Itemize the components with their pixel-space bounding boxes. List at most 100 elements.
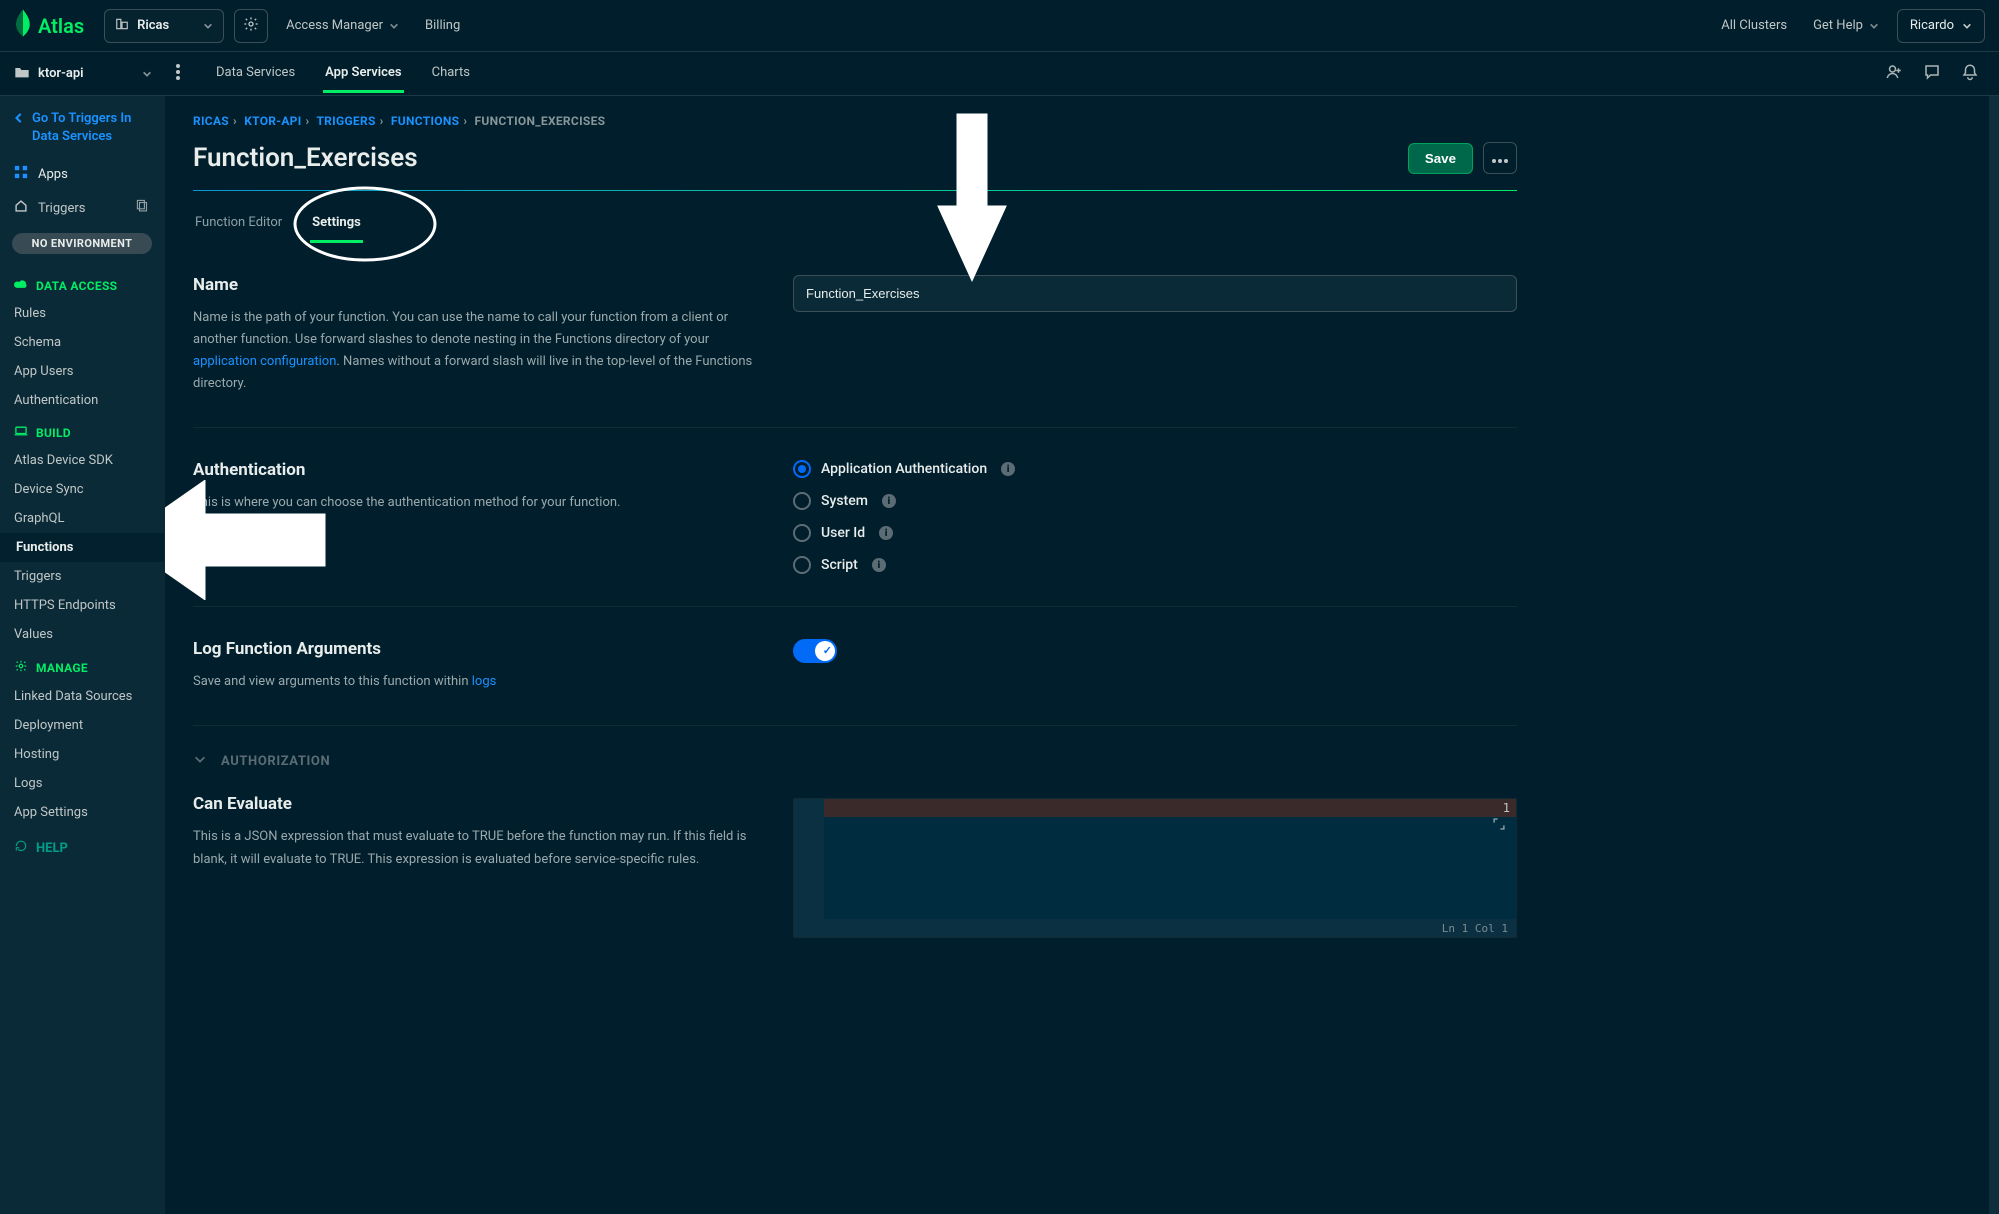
sidebar-item-functions[interactable]: Functions — [0, 533, 164, 562]
project-more-menu[interactable] — [166, 64, 190, 84]
auth-option-system[interactable]: System i — [793, 492, 1517, 510]
help-text-part: Name is the path of your function. You c… — [193, 310, 728, 347]
function-name-input[interactable] — [793, 275, 1517, 312]
sidebar-item-atlas-device-sdk[interactable]: Atlas Device SDK — [0, 446, 164, 475]
info-icon[interactable]: i — [872, 558, 886, 572]
caret-down-icon — [203, 21, 213, 31]
radio-label: User Id — [821, 525, 865, 541]
sidebar-item-label: Deployment — [14, 718, 83, 733]
section-help: Name is the path of your function. You c… — [193, 307, 753, 395]
org-settings-button[interactable] — [234, 9, 268, 43]
editor-line-highlight — [794, 799, 1516, 817]
auth-option-application[interactable]: Application Authentication i — [793, 460, 1517, 478]
chevron-left-icon — [14, 112, 24, 130]
tab-data-services[interactable]: Data Services — [214, 55, 297, 93]
sidebar-item-label: Authentication — [14, 393, 98, 408]
tab-settings[interactable]: Settings — [310, 205, 363, 243]
sidebar-item-label: Schema — [14, 335, 61, 350]
sidebar-item-schema[interactable]: Schema — [0, 328, 164, 357]
editor-line-number: 1 — [1503, 801, 1510, 815]
sidebar-item-triggers[interactable]: Triggers — [0, 562, 164, 591]
info-icon[interactable]: i — [879, 526, 893, 540]
sidebar-item-linked-data-sources[interactable]: Linked Data Sources — [0, 682, 164, 711]
breadcrumb-org[interactable]: RICAS — [193, 114, 229, 128]
radio-label: System — [821, 493, 868, 509]
kebab-icon — [176, 64, 180, 84]
sidebar-item-app-settings[interactable]: App Settings — [0, 798, 164, 827]
can-evaluate-editor[interactable]: 1 Ln 1 Col 1 — [793, 798, 1517, 938]
org-picker[interactable]: Ricas — [104, 9, 224, 43]
sidebar-apps[interactable]: Apps — [0, 157, 164, 191]
log-args-toggle[interactable]: ✓ — [793, 639, 837, 663]
laptop-icon — [14, 425, 28, 440]
sidebar-item-logs[interactable]: Logs — [0, 769, 164, 798]
bell-icon[interactable] — [1961, 63, 1979, 85]
sidebar-triggers-top[interactable]: Triggers — [0, 191, 164, 225]
fullscreen-icon[interactable] — [1492, 817, 1506, 835]
check-icon: ✓ — [823, 644, 832, 657]
radio-icon — [793, 460, 811, 478]
brand-text: Atlas — [38, 14, 84, 38]
caret-down-icon — [1869, 21, 1879, 31]
project-picker[interactable]: ktor-api — [14, 65, 152, 83]
radio-label: Application Authentication — [821, 461, 987, 477]
breadcrumb-triggers[interactable]: TRIGGERS — [316, 114, 375, 128]
app-config-link[interactable]: application configuration — [193, 354, 336, 369]
auth-option-userid[interactable]: User Id i — [793, 524, 1517, 542]
billing-link[interactable]: Billing — [417, 12, 468, 39]
breadcrumb: RICAS› KTOR-API› TRIGGERS› FUNCTIONS› FU… — [193, 114, 1517, 128]
sidebar-item-deployment[interactable]: Deployment — [0, 711, 164, 740]
info-icon[interactable]: i — [882, 494, 896, 508]
authorization-collapse[interactable]: AUTHORIZATION — [193, 726, 1517, 788]
breadcrumb-label: KTOR-API — [244, 114, 301, 128]
sidebar-item-hosting[interactable]: Hosting — [0, 740, 164, 769]
info-icon[interactable]: i — [1001, 462, 1015, 476]
sidebar-item-rules[interactable]: Rules — [0, 299, 164, 328]
save-button[interactable]: Save — [1408, 143, 1473, 174]
authorization-heading: AUTHORIZATION — [221, 754, 330, 769]
scrollbar[interactable] — [1989, 96, 1999, 1214]
copy-icon[interactable] — [136, 199, 150, 217]
sidebar-item-label: Hosting — [14, 747, 59, 762]
sidebar-item-graphql[interactable]: GraphQL — [0, 504, 164, 533]
sidebar-item-label: Logs — [14, 776, 42, 791]
sidebar-back-link[interactable]: Go To Triggers In Data Services — [0, 110, 164, 157]
gradient-divider — [193, 190, 1517, 191]
apps-icon — [14, 165, 28, 183]
sidebar-item-label: Atlas Device SDK — [14, 453, 113, 468]
tab-app-services[interactable]: App Services — [323, 55, 403, 93]
feedback-icon[interactable] — [1923, 63, 1941, 85]
tab-label: Data Services — [216, 65, 295, 80]
tab-function-editor[interactable]: Function Editor — [193, 205, 284, 243]
auth-option-script[interactable]: Script i — [793, 556, 1517, 574]
auth-radio-group: Application Authentication i System i Us… — [793, 460, 1517, 574]
help-text-part: Save and view arguments to this function… — [193, 674, 472, 689]
breadcrumb-project[interactable]: KTOR-API — [244, 114, 301, 128]
section-name: Name Name is the path of your function. … — [193, 243, 1517, 428]
radio-icon — [793, 556, 811, 574]
product-tabs: Data Services App Services Charts — [214, 55, 472, 93]
all-clusters-link[interactable]: All Clusters — [1713, 12, 1795, 39]
sidebar-item-values[interactable]: Values — [0, 620, 164, 649]
invite-icon[interactable] — [1885, 63, 1903, 85]
sidebar-item-https-endpoints[interactable]: HTTPS Endpoints — [0, 591, 164, 620]
environment-pill[interactable]: NO ENVIRONMENT — [12, 233, 152, 254]
sidebar-item-device-sync[interactable]: Device Sync — [0, 475, 164, 504]
tab-charts[interactable]: Charts — [430, 55, 472, 93]
breadcrumb-functions[interactable]: FUNCTIONS — [391, 114, 459, 128]
editor-gutter — [794, 799, 824, 937]
sidebar-item-app-users[interactable]: App Users — [0, 357, 164, 386]
sidebar-item-authentication[interactable]: Authentication — [0, 386, 164, 415]
more-actions-button[interactable] — [1483, 142, 1517, 174]
user-menu[interactable]: Ricardo — [1897, 9, 1985, 43]
access-manager-menu[interactable]: Access Manager — [278, 12, 407, 39]
tab-label: Function Editor — [195, 215, 282, 230]
link-label: application configuration — [193, 354, 336, 369]
caret-down-icon — [389, 21, 399, 31]
sidebar-item-label: HTTPS Endpoints — [14, 598, 116, 613]
sidebar-heading-manage: MANAGE — [0, 649, 164, 682]
section-help: Save and view arguments to this function… — [193, 671, 753, 693]
logs-link[interactable]: logs — [472, 674, 497, 689]
sidebar-help[interactable]: HELP — [0, 827, 164, 857]
get-help-menu[interactable]: Get Help — [1805, 12, 1887, 39]
